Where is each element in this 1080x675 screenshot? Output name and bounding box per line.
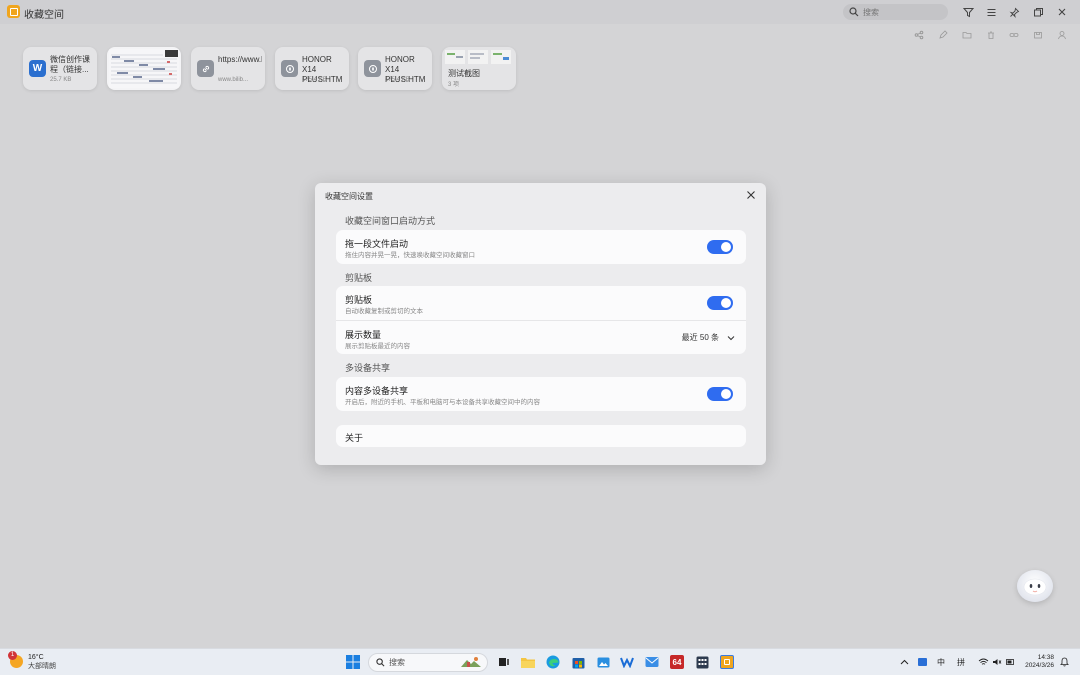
share-icon[interactable] [913,29,925,41]
notification-bell-icon[interactable] [1060,657,1069,667]
taskbar-search[interactable]: 搜索 [368,653,488,672]
share-group: 内容多设备共享 开启后，附近的手机、平板和电脑可与本设备共享收藏空间中的内容 [336,377,746,411]
wifi-icon[interactable] [978,658,989,666]
dialog-close-icon[interactable] [746,190,756,200]
clipboard-group: 剪贴板 自动收藏复制或剪切的文本 展示数量 展示剪贴板最近的内容 最近 50 条 [336,286,746,354]
card-size: 25.7 KB [50,77,72,83]
edge-icon[interactable] [546,655,560,669]
card-link[interactable]: https://www.bilibili www.bilib... [191,47,265,90]
section-label-share: 多设备共享 [345,363,391,373]
search-icon [849,7,859,17]
edit-icon[interactable] [937,29,949,41]
battery-icon[interactable] [1006,658,1015,666]
save-icon[interactable] [1032,29,1044,41]
app-title: 收藏空间 [24,10,64,21]
search-label: 搜索 [389,658,405,667]
tray-app-icon[interactable] [918,658,927,666]
setting-row-display-count: 展示数量 展示剪贴板最近的内容 最近 50 条 [336,320,746,354]
setting-row-multi-device: 内容多设备共享 开启后，附近的手机、平板和电脑可与本设备共享收藏空间中的内容 [336,377,746,411]
clock-time: 14:38 [1037,654,1054,661]
card-word-doc[interactable]: W 微信创作课程（链接... 25.7 KB [23,47,97,90]
title-bar: 收藏空间 [0,0,1080,24]
section-label-launch: 收藏空间窗口启动方式 [345,216,436,226]
mail-icon[interactable] [645,655,659,669]
system-clock[interactable]: 14:38 2024/3/26 [1024,654,1054,670]
search-input[interactable] [863,7,943,17]
setting-desc: 开启后，附近的手机、平板和电脑可与本设备共享收藏空间中的内容 [345,399,540,406]
task-view-icon[interactable] [497,655,511,669]
card-title: 微信创作课程（链接... [50,55,90,74]
calculator-icon[interactable] [695,655,709,669]
weather-temp: 16°C [28,654,44,661]
card-url: www.bilib... [218,77,249,83]
wps-icon[interactable] [620,655,634,669]
clipboard-toggle[interactable] [707,296,733,310]
clock-date: 2024/3/26 [1025,662,1054,669]
weather-desc: 大部晴朗 [28,663,56,670]
card-file[interactable]: HONOR X14 PLUS.HTM 175.4 KB [358,47,432,90]
screenshot-thumbnail [109,49,179,88]
settings-dialog: 收藏空间设置 收藏空间窗口启动方式 拖一段文件启动 拖住内容并晃一晃，快速唤收藏… [315,183,766,465]
about-row[interactable]: 关于 [336,425,746,447]
menu-icon[interactable] [984,5,998,19]
card-file[interactable]: HONOR X14 PLUS.HTM 175.4 KB [275,47,349,90]
word-icon: W [29,60,46,77]
setting-desc: 拖住内容并晃一晃，快速唤收藏空间收藏窗口 [345,252,475,259]
dialog-title: 收藏空间设置 [325,192,373,201]
folder-icon[interactable] [961,29,973,41]
chevron-up-icon[interactable] [900,659,909,665]
photos-icon[interactable] [596,655,610,669]
setting-desc: 展示剪贴板最近的内容 [345,343,410,350]
pin-icon[interactable] [1007,5,1021,19]
search-highlight-icon [461,657,481,667]
restore-icon[interactable] [1031,5,1045,19]
taskbar: 1 16°C 大部晴朗 搜索 64 中 拼 14:38 2024/3/26 [0,648,1080,675]
collection-space-icon[interactable] [720,655,734,669]
start-icon[interactable] [346,655,360,669]
card-size: 175.4 KB [302,77,327,83]
weather-sun-icon: 1 [8,651,23,668]
shake-launch-toggle[interactable] [707,240,733,254]
setting-row-shake-launch: 拖一段文件启动 拖住内容并晃一晃，快速唤收藏空间收藏窗口 [336,230,746,264]
about-label: 关于 [345,433,364,443]
section-label-clipboard: 剪贴板 [345,273,373,283]
card-size: 175.4 KB [385,77,410,83]
file-explorer-icon[interactable] [521,655,535,669]
ime-mode[interactable]: 拼 [957,657,965,668]
notification-badge: 1 [8,651,17,660]
compass-icon [364,60,381,77]
volume-icon[interactable] [992,658,1002,666]
card-title: 测试截图 [448,69,480,78]
card-count: 3 项 [448,82,460,88]
card-group[interactable]: 测试截图 3 项 [442,47,516,90]
chevron-down-icon [727,335,735,340]
user-icon[interactable] [1056,29,1068,41]
delete-icon[interactable] [985,29,997,41]
app-logo-icon [7,5,20,18]
store-icon[interactable] [571,655,585,669]
weather-widget[interactable]: 1 16°C 大部晴朗 [8,651,56,671]
card-image-thumbnail[interactable] [107,47,181,90]
launch-group: 拖一段文件启动 拖住内容并晃一晃，快速唤收藏空间收藏窗口 [336,230,746,264]
aida64-icon[interactable]: 64 [670,655,684,669]
display-count-select[interactable]: 最近 50 条 [682,332,735,343]
link-icon [197,60,214,77]
select-value: 最近 50 条 [681,333,719,342]
setting-desc: 自动收藏复制或剪切的文本 [345,308,423,315]
multi-device-toggle[interactable] [707,387,733,401]
setting-row-clipboard: 剪贴板 自动收藏复制或剪切的文本 [336,286,746,320]
close-icon[interactable] [1055,5,1069,19]
link-icon[interactable] [1008,29,1020,41]
group-thumbnails [445,50,511,64]
search-box[interactable] [843,4,948,20]
compass-icon [281,60,298,77]
filter-icon[interactable] [961,5,975,19]
search-icon [376,658,385,667]
ime-language[interactable]: 中 [937,657,945,668]
card-title: https://www.bilibili [218,55,262,64]
assistant-icon[interactable] [1017,570,1053,602]
